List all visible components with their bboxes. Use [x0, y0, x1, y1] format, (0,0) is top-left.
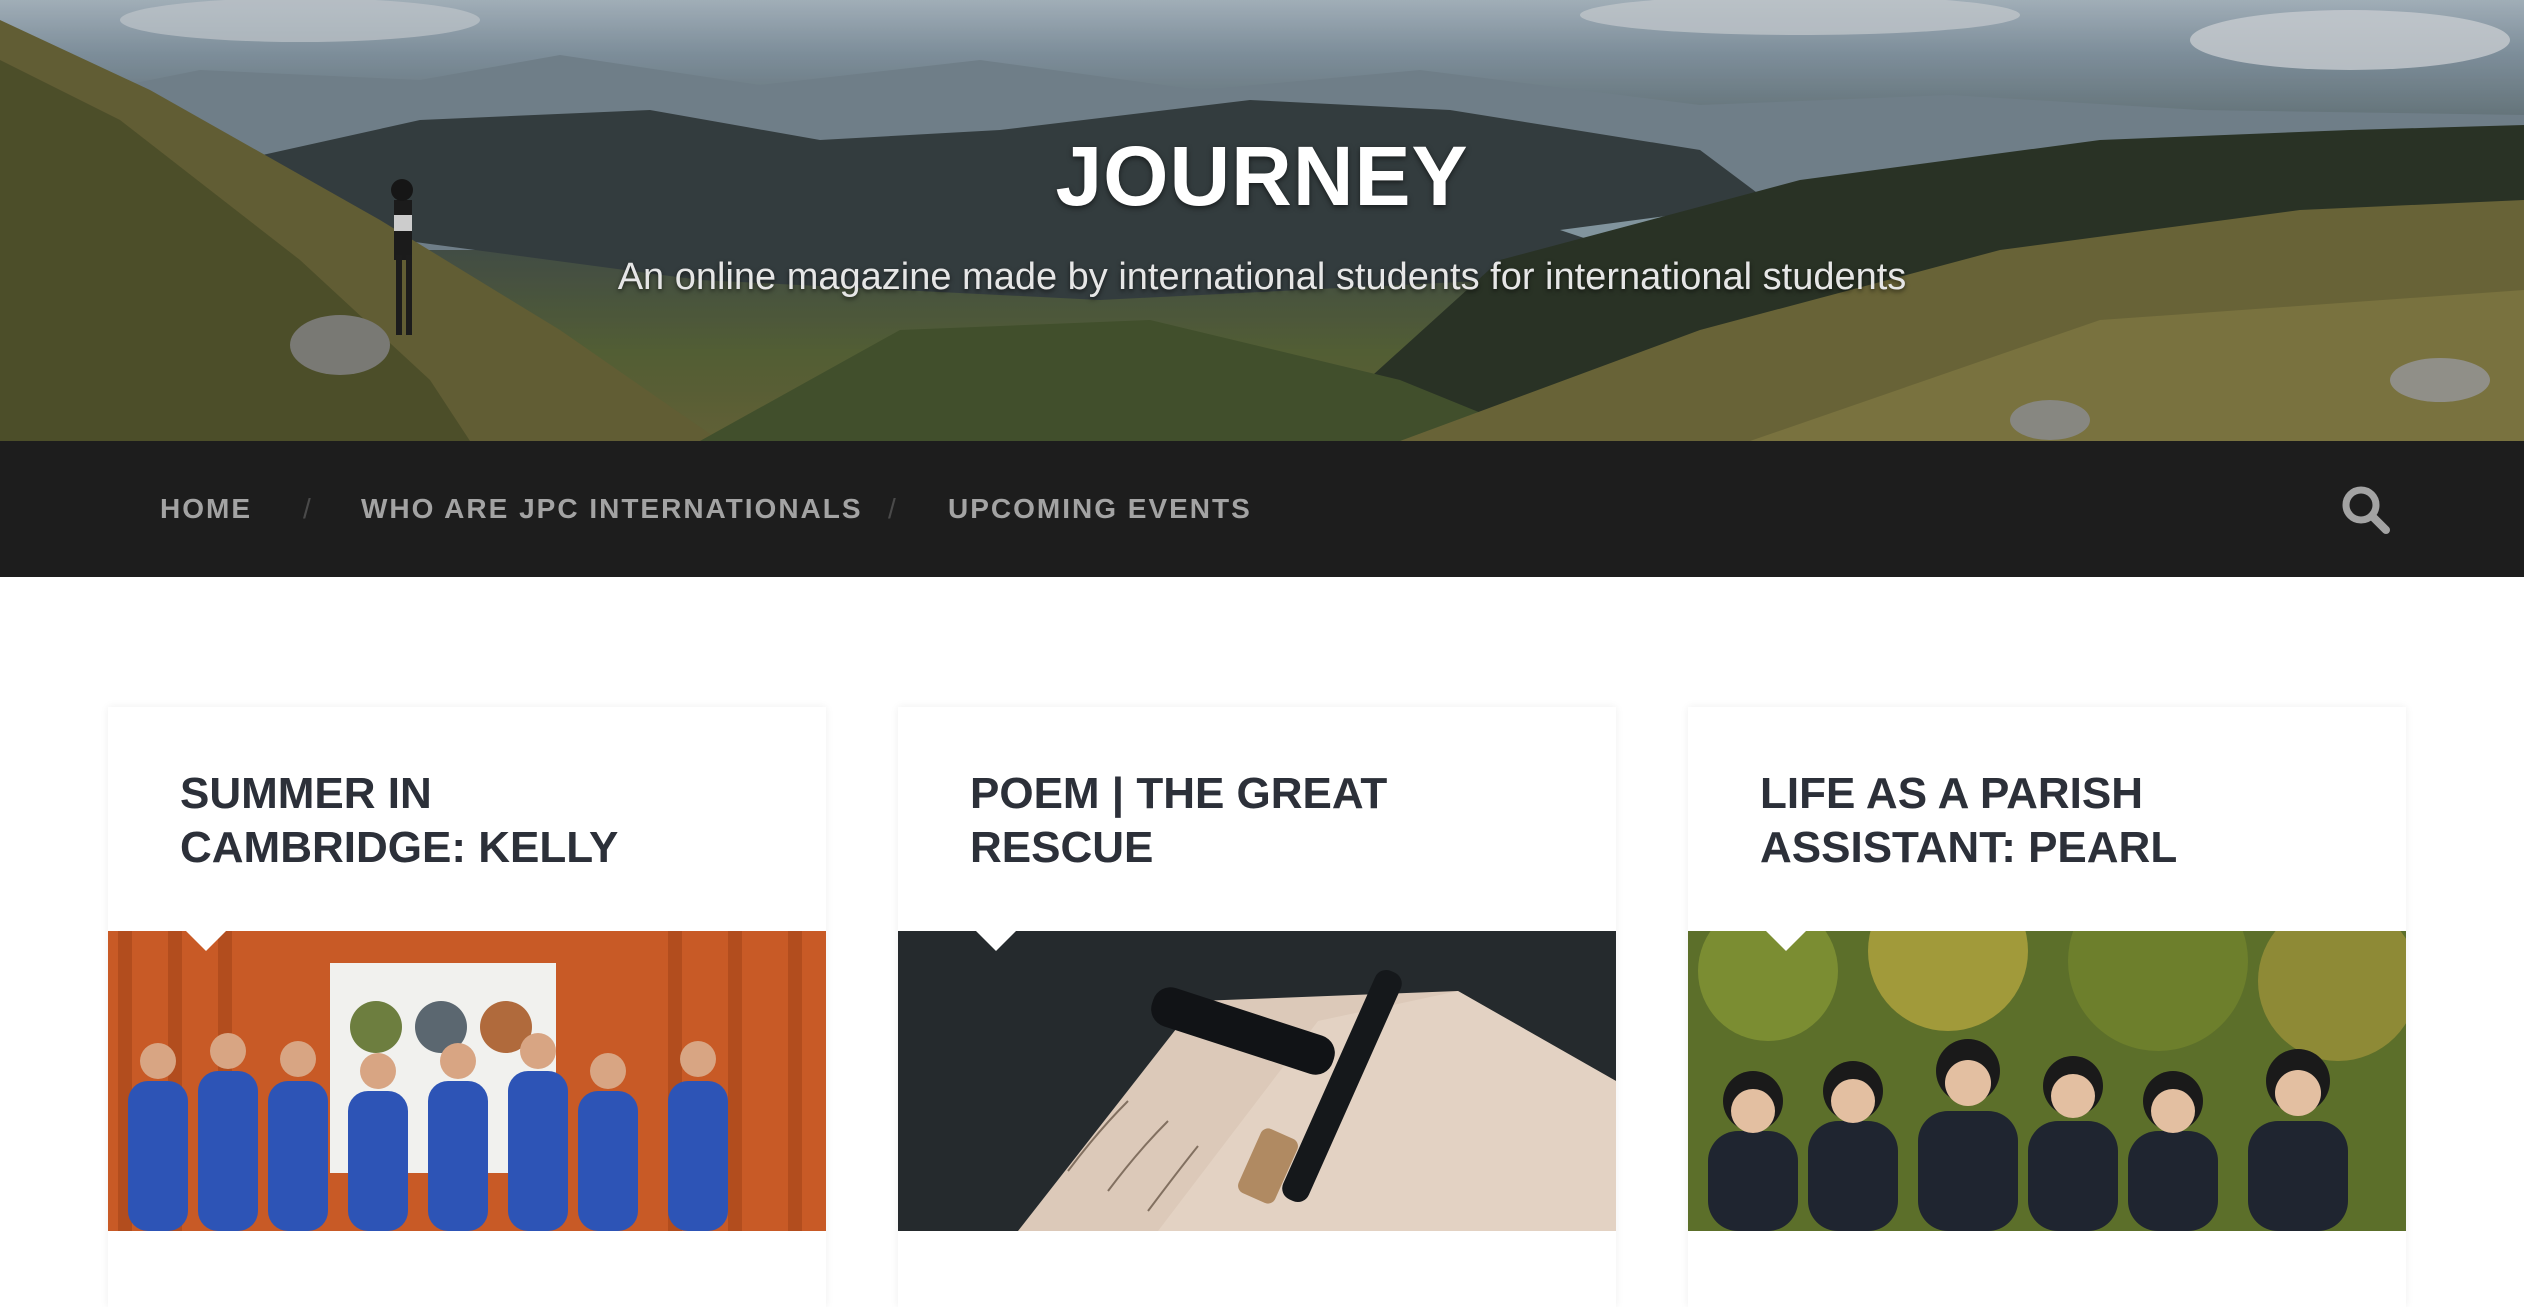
- post-title[interactable]: POEM | THE GREAT RESCUE: [970, 767, 1490, 875]
- nav-item-upcoming-events[interactable]: UPCOMING EVENTS: [948, 441, 1252, 577]
- search-icon: [2342, 486, 2390, 534]
- group-photo-image: [108, 931, 826, 1231]
- card-notch: [186, 931, 226, 951]
- nav-item-who-are-jpc-internationals[interactable]: WHO ARE JPC INTERNATIONALS: [361, 441, 863, 577]
- group-photo-image: [1688, 931, 2406, 1231]
- post-thumbnail[interactable]: [898, 931, 1616, 1231]
- search-button[interactable]: [2340, 484, 2392, 536]
- site-tagline: An online magazine made by international…: [617, 256, 1907, 298]
- post-card: POEM | THE GREAT RESCUE: [898, 707, 1616, 1307]
- post-card: SUMMER IN CAMBRIDGE: KELLY: [108, 707, 826, 1307]
- post-thumbnail[interactable]: [108, 931, 826, 1231]
- card-notch: [1766, 931, 1806, 951]
- site-header: JOURNEY An online magazine made by inter…: [0, 0, 2524, 441]
- post-thumbnail[interactable]: [1688, 931, 2406, 1231]
- main-navigation: HOME / WHO ARE JPC INTERNATIONALS / UPCO…: [0, 441, 2524, 577]
- nav-item-home[interactable]: HOME: [160, 441, 252, 577]
- site-title[interactable]: JOURNEY: [0, 128, 2524, 225]
- nav-separator: /: [888, 493, 896, 524]
- post-title[interactable]: SUMMER IN CAMBRIDGE: KELLY: [180, 767, 700, 875]
- post-card: LIFE AS A PARISH ASSISTANT: PEARL: [1688, 707, 2406, 1307]
- post-title[interactable]: LIFE AS A PARISH ASSISTANT: PEARL: [1760, 767, 2280, 875]
- nav-separator: /: [303, 493, 311, 524]
- pen-and-notebook-image: [898, 931, 1616, 1231]
- card-notch: [976, 931, 1016, 951]
